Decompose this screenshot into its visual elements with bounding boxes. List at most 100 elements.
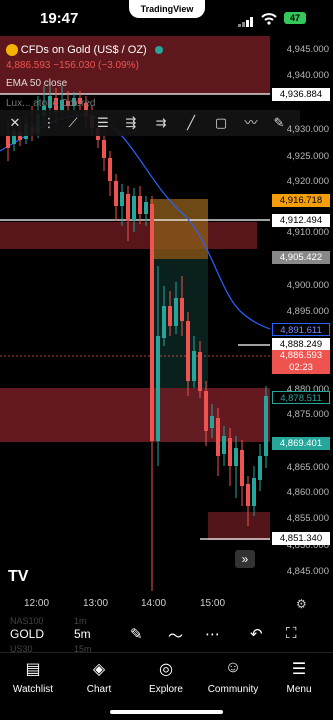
candle-body (132, 196, 136, 220)
price-tag: 4,916.718 (272, 194, 330, 207)
candle-body (150, 204, 154, 441)
scroll-to-realtime-button[interactable]: » (235, 550, 255, 568)
axis-label: 4,845.000 (286, 566, 329, 577)
axis-label: 4,875.000 (286, 409, 329, 420)
nav-label: Chart (86, 684, 112, 695)
line-tool-icon[interactable]: ╱ (180, 113, 202, 133)
nav-label: Explore (149, 684, 183, 695)
trend-line-icon[interactable]: ⟋ (62, 113, 84, 133)
candle-body (240, 450, 244, 486)
price-change: −156.030 (−3.09%) (53, 60, 139, 71)
candle-body (120, 192, 124, 206)
home-indicator (110, 710, 223, 714)
axis-label: 4,900.000 (286, 280, 329, 291)
symbol-legend[interactable]: CFDs on Gold (US$ / OZ) (6, 44, 164, 56)
indicators-icon[interactable]: 〜 (168, 625, 183, 646)
axis-label: 4,930.000 (286, 124, 329, 135)
candle-body (126, 194, 130, 221)
candle-body (192, 351, 196, 381)
undo-icon[interactable]: ↶ (250, 625, 263, 643)
app-pill[interactable]: TradingView (129, 0, 205, 18)
clock: 19:47 (40, 10, 79, 27)
watchlist-icon: ▤ (25, 661, 41, 678)
app-pill-label: TradingView (140, 4, 194, 14)
axis-label: 4,910.000 (286, 227, 329, 238)
candle-body (210, 416, 214, 428)
gold-icon (6, 44, 18, 56)
axis-label: 4,855.000 (286, 513, 329, 524)
candle-body (138, 196, 142, 214)
menu-icon: ☰ (291, 661, 307, 678)
compass-icon: ◎ (159, 661, 173, 678)
nav-chart[interactable]: ◈ Chart (66, 659, 132, 697)
candle-countdown: 02:23 (289, 362, 313, 373)
order-block-zone (150, 199, 208, 259)
candle-body (108, 158, 112, 181)
candle-body (162, 306, 166, 338)
candle-body (198, 352, 202, 391)
market-status-dot (155, 46, 164, 54)
demand-zone-2 (208, 512, 270, 540)
time-label: 12:00 (24, 598, 50, 609)
current-price-tag: 4,886.593 02:23 (272, 350, 330, 374)
chart-area[interactable]: TV CFDs on Gold (US$ / OZ) 4,886.593 −15… (0, 36, 333, 591)
candle-body (216, 418, 220, 456)
horizontal-lines-icon[interactable]: ☰ (92, 113, 114, 133)
candle-body (252, 478, 256, 506)
overlay-label: Lux... atoric Colored (6, 98, 96, 109)
interval-selector[interactable]: 5m (74, 627, 91, 641)
nav-community[interactable]: ☺ Community (200, 659, 266, 697)
candle-body (222, 436, 226, 454)
axis-label: 4,865.000 (286, 462, 329, 473)
axis-label: 4,860.000 (286, 487, 329, 498)
interval-hint: 1m (74, 616, 87, 626)
tradingview-logo: TV (8, 568, 29, 585)
time-label: 14:00 (141, 598, 167, 609)
candle-body (174, 298, 178, 326)
more-icon[interactable]: ⋯ (205, 625, 220, 643)
candle-body (234, 448, 238, 466)
indicator-legend[interactable]: EMA 50 close (6, 78, 67, 89)
nav-explore[interactable]: ◎ Explore (133, 659, 199, 697)
axis-label: 4,895.000 (286, 306, 329, 317)
status-bar: 19:47 TradingView 47 (0, 0, 333, 36)
signal-icon (238, 14, 254, 27)
nav-menu[interactable]: ☰ Menu (266, 659, 332, 697)
symbol-bar: NAS100 1m GOLD 5m US30 15m ✎ 〜 ⋯ ↶ ⛶ (0, 616, 333, 654)
price-tag: 4,878.511 (272, 391, 330, 404)
symbol-title: CFDs on Gold (US$ / OZ) (20, 44, 147, 56)
fullscreen-icon[interactable]: ⛶ (286, 625, 297, 642)
candle-body (114, 181, 118, 206)
nav-label: Community (207, 684, 259, 695)
symbol-selector[interactable]: GOLD (10, 627, 44, 641)
price-line: 4,886.593 −156.030 (−3.09%) (6, 60, 139, 71)
drag-handle-icon[interactable]: ⋮ (38, 113, 60, 133)
candle-body (102, 140, 106, 158)
last-price: 4,886.593 (6, 60, 51, 71)
candle-body (6, 136, 10, 148)
path-icon[interactable]: 〰 (240, 113, 262, 133)
nav-label: Watchlist (12, 684, 54, 695)
draw-tool-icon[interactable]: ✎ (130, 625, 143, 643)
price-tag: 4,912.494 (272, 214, 330, 227)
candle-body (180, 298, 184, 321)
nav-watchlist[interactable]: ▤ Watchlist (0, 659, 66, 697)
close-icon[interactable]: ✕ (4, 113, 26, 133)
candle-body (246, 484, 250, 506)
candle-body (264, 396, 268, 456)
time-label: 15:00 (200, 598, 226, 609)
rectangle-icon[interactable]: ▢ (210, 113, 232, 133)
watch-hint: NAS100 (10, 616, 44, 626)
overlay-indicator[interactable]: Lux... atoric Colored (6, 98, 96, 109)
price-tag: 4,905.422 (272, 251, 330, 264)
ray-icon[interactable]: ⇶ (120, 113, 142, 133)
candle-body (258, 456, 262, 480)
price-tag: 4,891.611 (272, 323, 330, 336)
candle-body (186, 321, 190, 381)
parallel-channel-icon[interactable]: ⇉ (150, 113, 172, 133)
time-label: 13:00 (83, 598, 109, 609)
nav-label: Menu (286, 684, 312, 695)
axis-label: 4,940.000 (286, 70, 329, 81)
settings-gear-icon[interactable]: ⚙ (296, 597, 307, 611)
price-tag: 4,869.401 (272, 437, 330, 450)
